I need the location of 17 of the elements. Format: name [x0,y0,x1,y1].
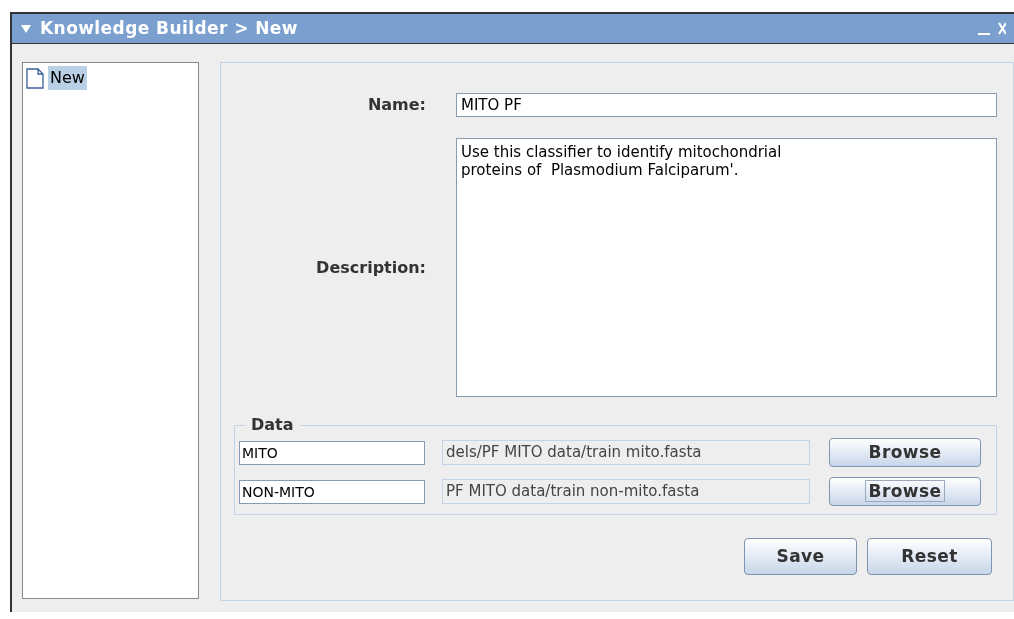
description-field[interactable]: Use this classifier to identify mitochondrial proteins of Plasmodium Falciparum'. [456,138,997,397]
browse-button[interactable]: Browse [829,477,981,506]
sidebar-item[interactable]: New [48,66,87,90]
caret-icon[interactable] [20,23,32,34]
window-title: Knowledge Builder > New [40,16,298,40]
label-field[interactable]: NON-MITO [239,479,425,504]
document-icon [26,67,44,89]
path-field[interactable]: PF MITO data/train non-mito.fasta [442,479,810,504]
name-label: Name: [366,94,426,116]
path-field[interactable]: dels/PF MITO data/train mito.fasta [442,440,810,465]
close-icon[interactable] [998,20,1006,37]
label-field[interactable]: MITO [239,440,425,465]
browse-button[interactable]: Browse [829,438,981,467]
description-label: Description: [315,256,426,279]
name-field[interactable]: MITO PF [456,93,997,117]
save-button[interactable]: Save [744,538,857,575]
reset-button[interactable]: Reset [867,538,992,575]
